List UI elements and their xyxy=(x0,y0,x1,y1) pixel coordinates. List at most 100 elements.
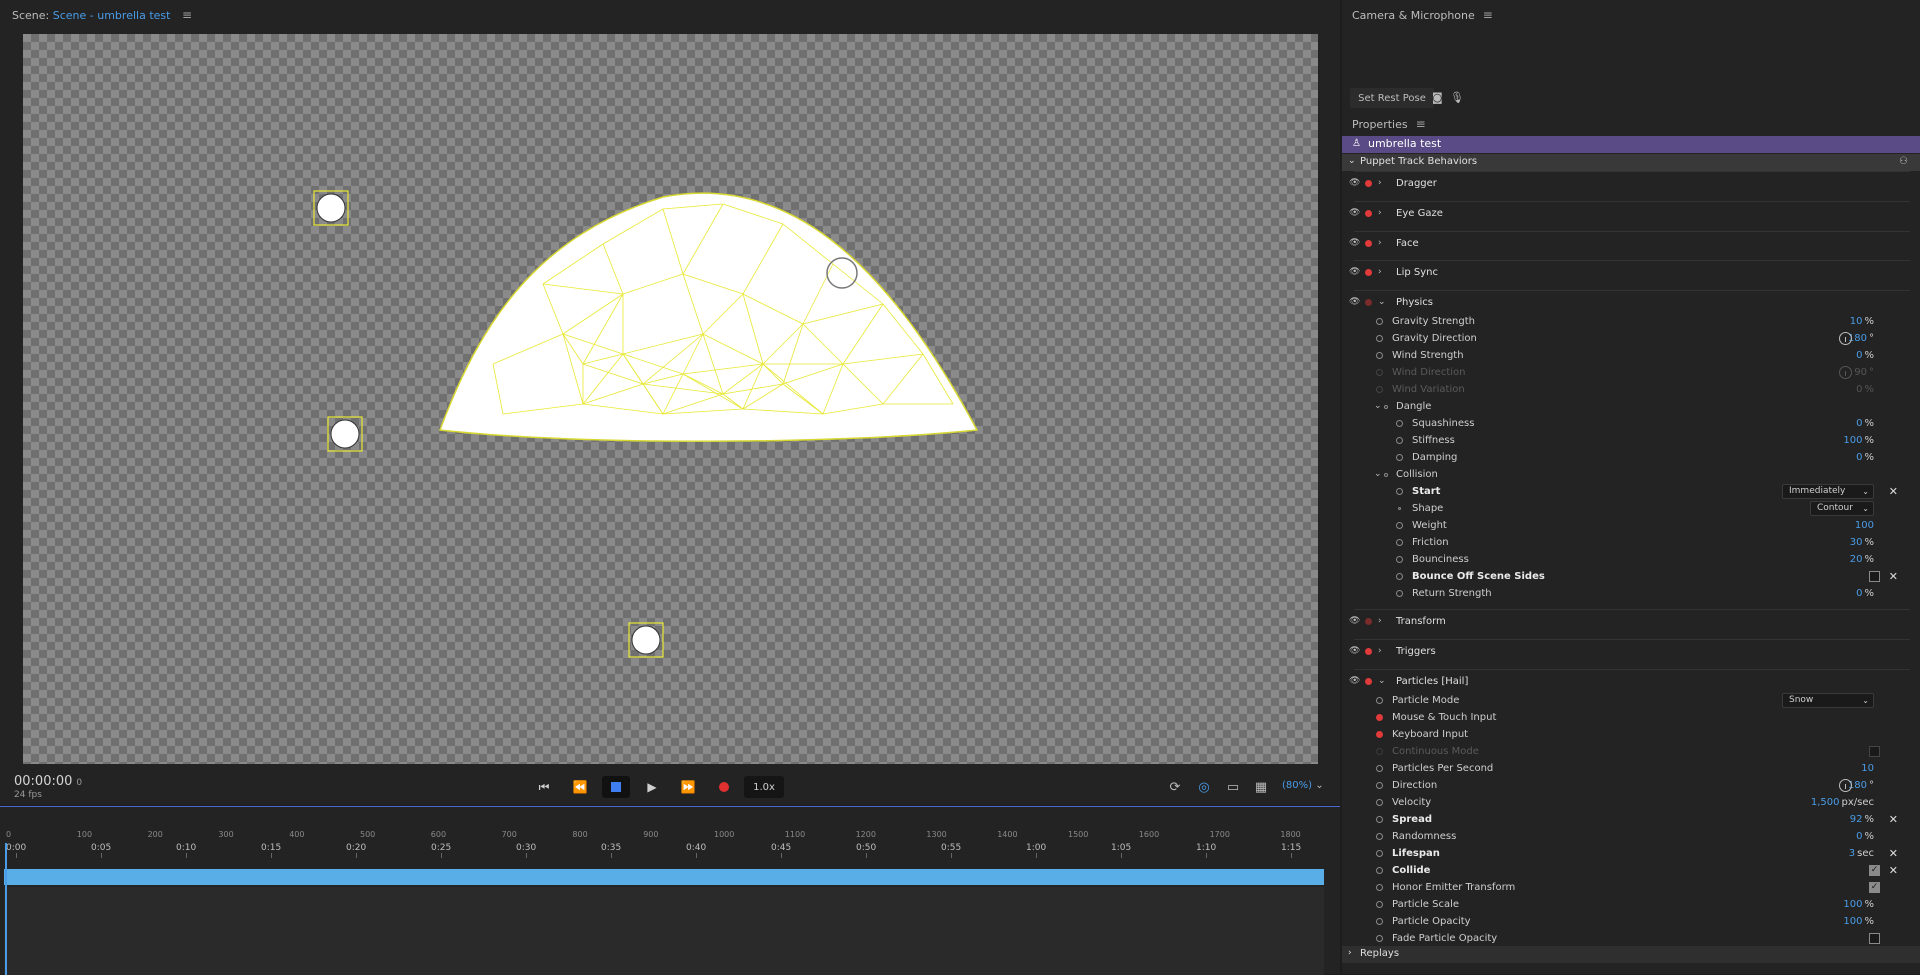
property-value[interactable]: 10 xyxy=(1861,763,1874,774)
property-checkbox[interactable]: ✓ xyxy=(1869,865,1880,876)
playback-speed[interactable]: 1.0x xyxy=(744,776,784,798)
property-arm-icon[interactable] xyxy=(1376,748,1383,755)
behavior-row-dragger[interactable]: 👁 › Dragger xyxy=(1342,176,1920,193)
stop-button[interactable] xyxy=(602,776,630,798)
property-arm-icon[interactable] xyxy=(1376,799,1383,806)
property-value[interactable]: 92% xyxy=(1850,814,1874,825)
chevron-down-icon[interactable]: ⌄ xyxy=(1374,469,1382,479)
property-arm-icon[interactable] xyxy=(1376,782,1383,789)
property-arm-icon[interactable] xyxy=(1376,833,1383,840)
property-dropdown[interactable]: Immediately ⌄ xyxy=(1782,484,1874,499)
record-arm-icon[interactable] xyxy=(1365,210,1372,217)
arm-dot-icon[interactable] xyxy=(1384,405,1388,409)
eye-icon[interactable]: 👁 xyxy=(1349,297,1360,307)
chevron-right-icon[interactable]: › xyxy=(1378,208,1382,218)
property-arm-icon[interactable] xyxy=(1376,884,1383,891)
direction-dial-icon[interactable] xyxy=(1839,332,1852,345)
chevron-down-icon[interactable]: ⌄ xyxy=(1378,297,1386,307)
reset-x-icon[interactable]: ✕ xyxy=(1889,813,1898,826)
timecode[interactable]: 00:00:00 0 xyxy=(14,774,82,789)
puppet-track-behaviors-header[interactable]: ⌄ Puppet Track Behaviors ⚇ xyxy=(1342,154,1920,171)
scene-canvas[interactable] xyxy=(23,34,1318,764)
record-arm-icon[interactable] xyxy=(1365,180,1372,187)
property-arm-icon[interactable] xyxy=(1376,369,1383,376)
step-back-button[interactable]: ⏪ xyxy=(566,776,594,798)
property-value[interactable]: 100% xyxy=(1843,916,1874,927)
property-checkbox[interactable] xyxy=(1869,746,1880,757)
behavior-row-physics[interactable]: 👁 ⌄ Physics xyxy=(1342,295,1920,312)
hamburger-icon[interactable]: ≡ xyxy=(1416,117,1426,131)
hamburger-icon[interactable]: ≡ xyxy=(1483,8,1493,22)
microphone-icon[interactable]: 🎙 xyxy=(1450,91,1464,104)
record-arm-icon[interactable] xyxy=(1365,269,1372,276)
property-arm-icon[interactable] xyxy=(1376,352,1383,359)
chevron-down-icon[interactable]: ⌄ xyxy=(1374,401,1382,411)
property-value[interactable]: 0% xyxy=(1856,350,1874,361)
chevron-right-icon[interactable]: › xyxy=(1378,238,1382,248)
comment-button[interactable]: ▭ xyxy=(1224,778,1242,796)
hamburger-icon[interactable]: ≡ xyxy=(182,8,192,22)
property-value[interactable]: 0% xyxy=(1856,831,1874,842)
behavior-row-eye-gaze[interactable]: 👁 › Eye Gaze xyxy=(1342,206,1920,223)
reset-x-icon[interactable]: ✕ xyxy=(1889,570,1898,583)
property-arm-icon[interactable] xyxy=(1396,522,1403,529)
property-value[interactable]: 100 xyxy=(1855,520,1874,531)
record-arm-icon[interactable] xyxy=(1365,618,1372,625)
reset-x-icon[interactable]: ✕ xyxy=(1889,485,1898,498)
property-arm-icon[interactable] xyxy=(1396,488,1403,495)
direction-dial-icon[interactable] xyxy=(1839,779,1852,792)
track-bar[interactable] xyxy=(4,869,1324,885)
eye-icon[interactable]: 👁 xyxy=(1349,238,1360,248)
property-checkbox[interactable] xyxy=(1869,933,1880,944)
property-value[interactable]: 100% xyxy=(1843,435,1874,446)
zoom-level[interactable]: (80%) ⌄ xyxy=(1282,780,1324,791)
arm-dot-icon[interactable] xyxy=(1384,473,1388,477)
property-arm-icon[interactable] xyxy=(1396,590,1403,597)
property-value[interactable]: 30% xyxy=(1850,537,1874,548)
property-value[interactable]: 100% xyxy=(1843,899,1874,910)
replays-header[interactable]: › Replays xyxy=(1342,946,1920,963)
record-button[interactable] xyxy=(710,776,738,798)
property-value[interactable]: 0% xyxy=(1856,588,1874,599)
eye-icon[interactable]: 👁 xyxy=(1349,208,1360,218)
record-arm-icon[interactable] xyxy=(1365,678,1372,685)
property-value[interactable]: 0% xyxy=(1856,384,1874,395)
property-dropdown[interactable]: Snow ⌄ xyxy=(1782,693,1874,708)
property-arm-icon[interactable] xyxy=(1376,697,1383,704)
eye-icon[interactable]: 👁 xyxy=(1349,267,1360,277)
step-forward-button[interactable]: ⏩ xyxy=(674,776,702,798)
eye-icon[interactable]: 👁 xyxy=(1349,178,1360,188)
scene-link[interactable]: Scene - umbrella test xyxy=(53,9,171,22)
property-value[interactable]: 0% xyxy=(1856,452,1874,463)
chevron-right-icon[interactable]: › xyxy=(1378,267,1382,277)
eye-icon[interactable]: 👁 xyxy=(1349,646,1360,656)
property-arm-icon[interactable] xyxy=(1396,556,1403,563)
property-arm-icon[interactable] xyxy=(1376,918,1383,925)
transparency-grid-button[interactable]: ▦ xyxy=(1252,778,1270,796)
property-arm-icon[interactable] xyxy=(1396,539,1403,546)
chevron-right-icon[interactable]: › xyxy=(1378,616,1382,626)
eye-icon[interactable]: 👁 xyxy=(1349,676,1360,686)
property-arm-icon[interactable] xyxy=(1376,935,1383,942)
add-behavior-icon[interactable]: ⚇ xyxy=(1899,156,1908,167)
camera-toggle-button[interactable]: ◎ xyxy=(1195,778,1213,796)
property-arm-icon[interactable] xyxy=(1398,507,1401,510)
property-arm-icon[interactable] xyxy=(1376,318,1383,325)
property-checkbox[interactable]: ✓ xyxy=(1869,882,1880,893)
behavior-row-particles[interactable]: 👁 ⌄ Particles [Hail] xyxy=(1342,674,1920,691)
property-arm-icon[interactable] xyxy=(1376,850,1383,857)
play-button[interactable]: ▶ xyxy=(638,776,666,798)
chevron-right-icon[interactable]: › xyxy=(1378,646,1382,656)
property-arm-icon[interactable] xyxy=(1376,335,1383,342)
behavior-row-face[interactable]: 👁 › Face xyxy=(1342,236,1920,253)
property-arm-icon[interactable] xyxy=(1376,816,1383,823)
behavior-row-transform[interactable]: 👁 › Transform xyxy=(1342,614,1920,631)
behavior-row-triggers[interactable]: 👁 › Triggers xyxy=(1342,644,1920,661)
property-arm-icon[interactable] xyxy=(1396,437,1403,444)
direction-dial-icon[interactable] xyxy=(1839,366,1852,379)
first-frame-button[interactable]: ⏮ xyxy=(530,776,558,798)
property-arm-icon[interactable] xyxy=(1376,765,1383,772)
property-arm-icon[interactable] xyxy=(1376,901,1383,908)
set-rest-pose-button[interactable]: Set Rest Pose xyxy=(1350,88,1434,108)
property-value[interactable]: 20% xyxy=(1850,554,1874,565)
